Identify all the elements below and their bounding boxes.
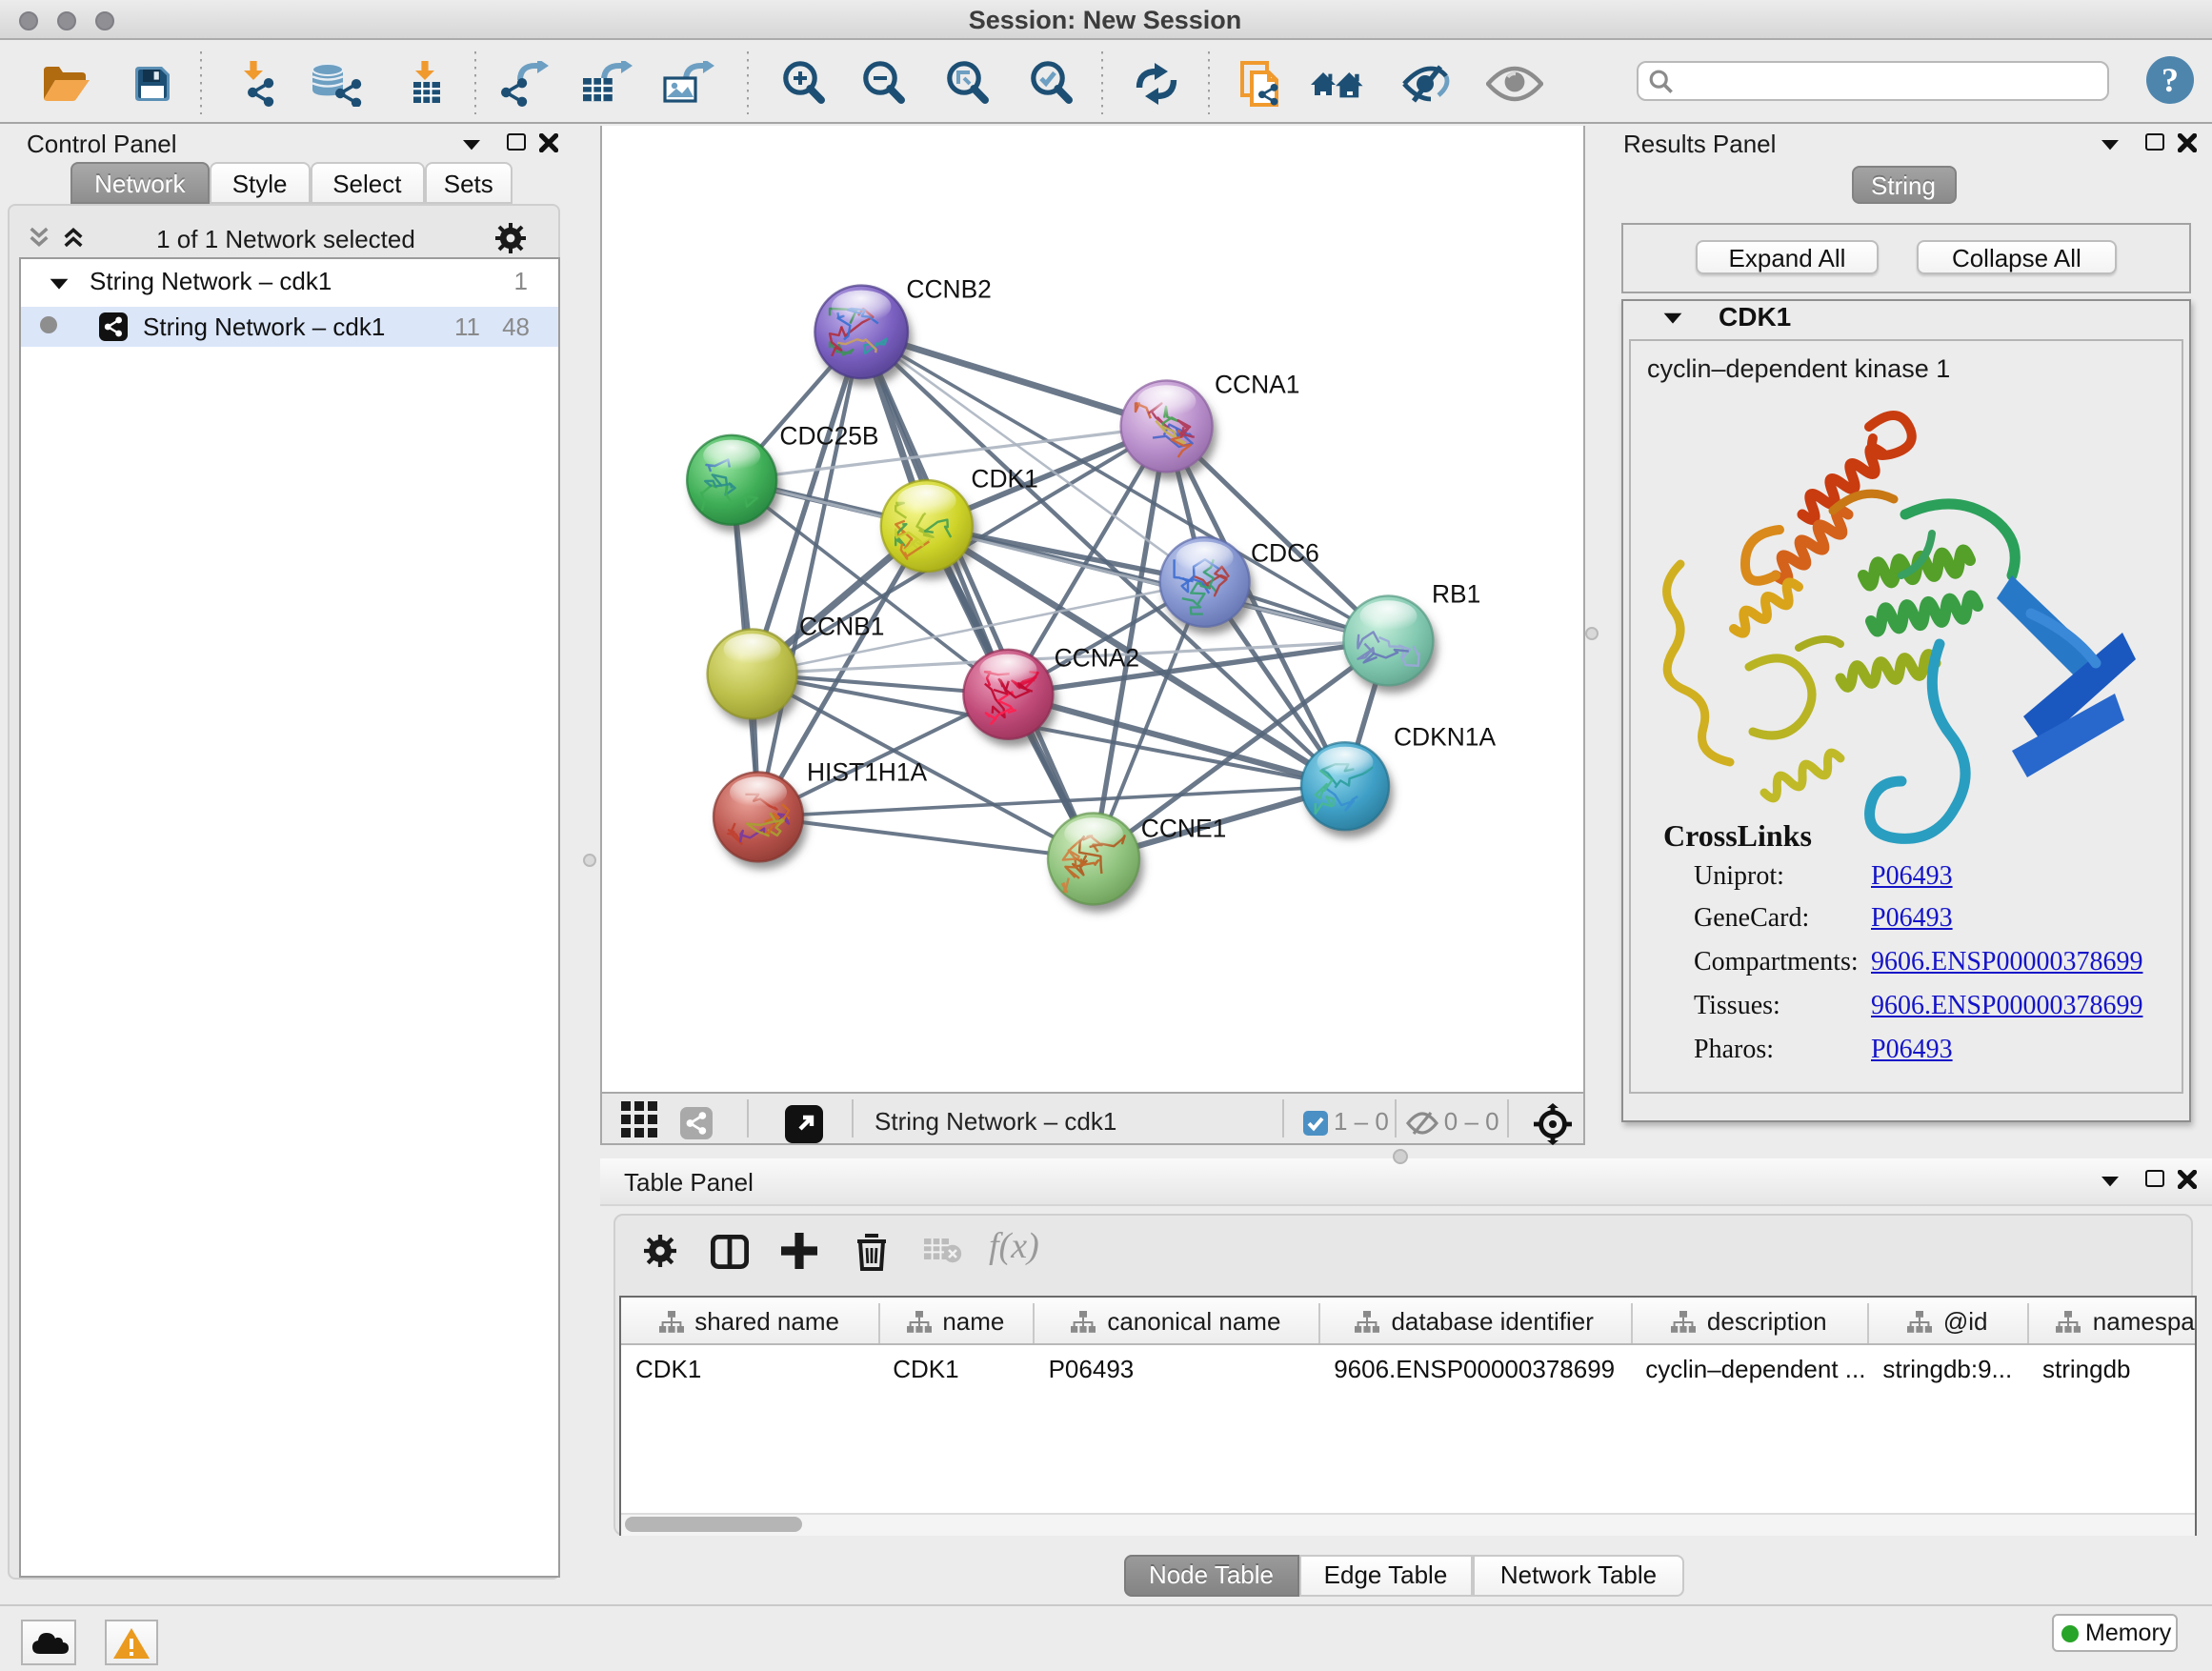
svg-text:CDK1: CDK1	[970, 465, 1036, 493]
svg-text:CCNA1: CCNA1	[1214, 371, 1298, 399]
svg-text:?: ?	[2162, 61, 2179, 99]
svg-text:CCNA2: CCNA2	[1054, 644, 1138, 673]
svg-text:HIST1H1A: HIST1H1A	[806, 758, 927, 787]
svg-text:CCNB1: CCNB1	[798, 613, 883, 641]
svg-text:CDC6: CDC6	[1250, 539, 1318, 568]
svg-text:RB1: RB1	[1431, 580, 1479, 609]
svg-text:CCNB2: CCNB2	[905, 275, 990, 304]
svg-text:CDC25B: CDC25B	[778, 422, 877, 451]
svg-text:CDKN1A: CDKN1A	[1393, 723, 1495, 752]
svg-text:CCNE1: CCNE1	[1140, 815, 1225, 843]
